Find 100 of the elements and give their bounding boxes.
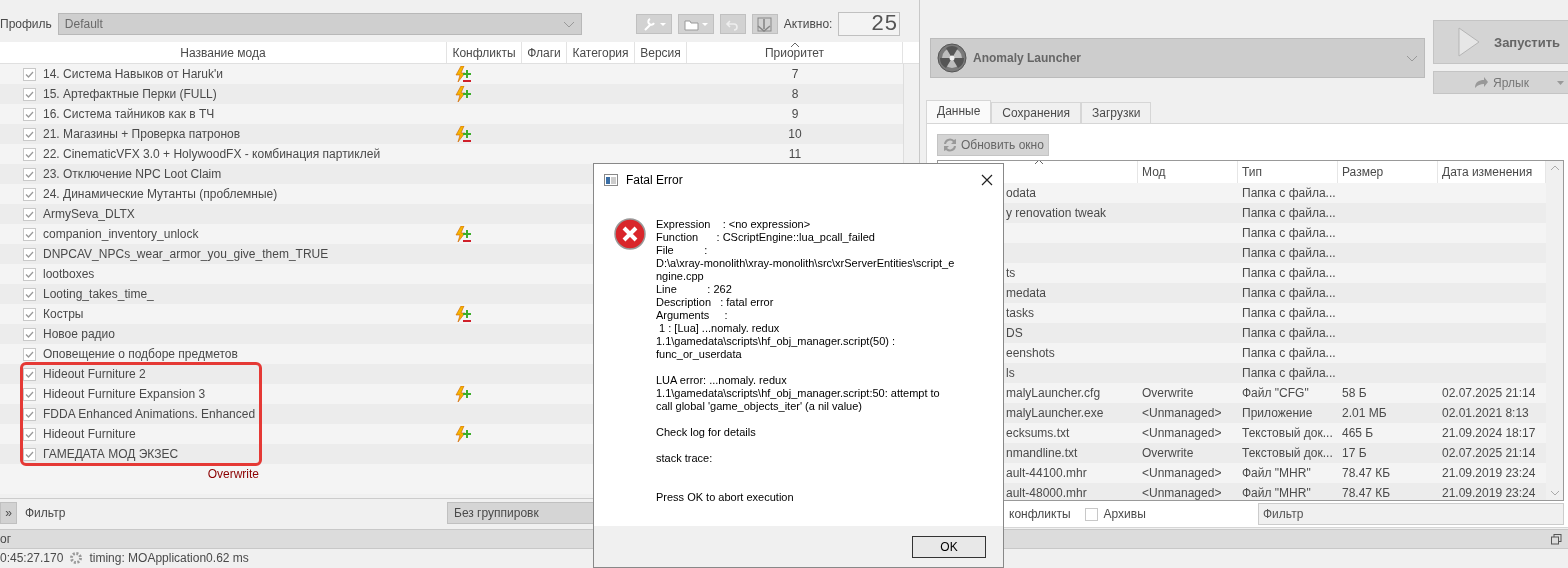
executable-dropdown[interactable]: Anomaly Launcher xyxy=(930,38,1425,78)
table-cell: <Unmanaged> xyxy=(1142,426,1222,440)
mod-name: 24. Динамические Мутанты (проблемные) xyxy=(43,187,278,201)
ok-button[interactable]: OK xyxy=(912,535,986,558)
toolbar-button[interactable] xyxy=(751,14,778,34)
restore-icon[interactable] xyxy=(1551,533,1562,545)
collapse-button[interactable]: » xyxy=(0,502,17,524)
refresh-button[interactable]: Обновить окно xyxy=(937,134,1049,156)
toolbar-button[interactable] xyxy=(719,14,746,34)
checkbox[interactable] xyxy=(23,347,36,361)
checkbox[interactable] xyxy=(23,287,36,301)
checkbox[interactable] xyxy=(23,247,36,261)
column-header[interactable]: Тип xyxy=(1238,161,1338,183)
scroll-up-icon[interactable] xyxy=(1550,165,1559,171)
table-cell: Файл "CFG" xyxy=(1242,386,1309,400)
dialog-title: Fatal Error xyxy=(626,173,683,187)
table-cell: Overwrite xyxy=(1142,446,1194,460)
checkbox[interactable] xyxy=(23,407,36,421)
active-label: Активно: xyxy=(783,17,833,31)
column-header[interactable]: Категория xyxy=(567,42,635,63)
checkbox[interactable] xyxy=(23,207,36,221)
table-cell: Overwrite xyxy=(1142,386,1194,400)
checkbox[interactable] xyxy=(23,267,36,281)
mod-name: ArmySeva_DLTX xyxy=(43,207,135,221)
column-header[interactable]: Приоритет xyxy=(687,42,903,63)
priority-cell-text: 9 xyxy=(790,107,800,121)
checkbox[interactable] xyxy=(23,87,36,101)
table-cell: 465 Б xyxy=(1342,426,1374,440)
active-count: 25 xyxy=(838,12,901,36)
scroll-down-icon[interactable] xyxy=(1550,490,1559,496)
checkbox[interactable] xyxy=(1084,507,1098,521)
column-header[interactable]: Версия xyxy=(635,42,687,63)
table-cell: Файл "MHR" xyxy=(1242,486,1311,500)
checkbox[interactable] xyxy=(23,127,36,141)
mod-name: 22. CinematicVFX 3.0 + HolywoodFX - комбинация партиклей xyxy=(43,147,381,161)
error-message: Expression : <no expression> Function : CScriptEngine::lua_pcall_failed File : D:\a\xray-monolith\xray-monolith\src\xrServerEntities\script_e ngine.cpp Line : 262 Description : fatal error Arguments : 1 : [Lua] ...nomaly. redux 1.1\gamedata\scripts\hf_obj_manager.script(50) : func_or_userdata xyxy=(656,218,955,361)
checkbox[interactable] xyxy=(23,327,36,341)
checkbox[interactable] xyxy=(23,427,36,441)
checkbox[interactable] xyxy=(23,447,36,461)
table-cell: Папка с файла... xyxy=(1242,346,1336,360)
tab[interactable]: Сохранения xyxy=(991,102,1082,123)
tab[interactable]: Данные xyxy=(926,100,992,123)
radiation-icon xyxy=(937,43,967,73)
scrollbar[interactable] xyxy=(1546,161,1563,500)
filter-field[interactable]: Фильтр xyxy=(1258,503,1564,525)
error-message: LUA error: ...nomaly. redux 1.1\gamedata\scripts\hf_obj_manager.script:50: attempt to call global 'game_objects_iter' (a nil value) xyxy=(656,374,941,413)
checkbox[interactable] xyxy=(23,67,36,81)
share-arrow-icon xyxy=(1473,75,1490,90)
tab[interactable]: Загрузки xyxy=(1081,102,1152,123)
checkbox-label: Архивы xyxy=(1103,507,1146,521)
mod-name: Костры xyxy=(43,307,84,321)
checkbox[interactable] xyxy=(23,107,36,121)
mod-name: Оповещение о подборе предметов xyxy=(43,347,238,361)
table-cell: Папка с файла... xyxy=(1242,306,1336,320)
column-header[interactable]: Флаги xyxy=(522,42,567,63)
table-cell: 02.07.2025 21:14 xyxy=(1442,446,1536,460)
table-cell: <Unmanaged> xyxy=(1142,406,1222,420)
error-message: Check log for details xyxy=(656,426,757,439)
column-header[interactable]: Мод xyxy=(1138,161,1238,183)
checkbox[interactable] xyxy=(23,227,36,241)
column-header[interactable]: Конфликты xyxy=(447,42,522,63)
table-cell: 58 Б xyxy=(1342,386,1367,400)
checkbox[interactable] xyxy=(23,387,36,401)
table-cell: Файл "MHR" xyxy=(1242,466,1311,480)
mod-name: 15. Артефактные Перки (FULL) xyxy=(43,87,217,101)
column-header[interactable]: Название мода xyxy=(0,42,447,63)
profile-dropdown[interactable]: Default xyxy=(57,13,582,35)
toolbar-button[interactable] xyxy=(677,14,714,34)
run-button[interactable]: Запустить xyxy=(1433,20,1568,64)
chevron-icon xyxy=(1406,54,1418,62)
table-cell: Текстовый док... xyxy=(1242,426,1333,440)
table-cell: <Unmanaged> xyxy=(1142,466,1222,480)
priority-cell-text: 8 xyxy=(790,87,800,101)
error-message: stack trace: xyxy=(656,452,714,465)
toolbar-button[interactable] xyxy=(635,14,672,34)
table-cell: 21.09.2019 23:24 xyxy=(1442,486,1536,500)
caret-icon xyxy=(1557,81,1564,85)
profile-label: Профиль xyxy=(0,17,52,31)
checkbox[interactable] xyxy=(23,147,36,161)
checkbox-label: конфликты xyxy=(1009,507,1071,521)
log-message: timing: MOApplication0.62 ms xyxy=(89,550,249,565)
table-cell: 78.47 КБ xyxy=(1342,466,1391,480)
table-cell: Папка с файла... xyxy=(1242,206,1336,220)
table-cell: Папка с файла... xyxy=(1242,186,1336,200)
close-icon[interactable] xyxy=(981,174,993,186)
log-title: ог xyxy=(0,532,12,546)
mod-name: Hideout Furniture xyxy=(43,427,136,441)
checkbox[interactable] xyxy=(23,367,36,381)
mod-name: 21. Магазины + Проверка патронов xyxy=(43,127,241,141)
table-cell: 2.01 МБ xyxy=(1342,406,1387,420)
mod-name: Новое радио xyxy=(43,327,115,341)
column-header[interactable]: Размер xyxy=(1338,161,1438,183)
mod-name: 23. Отключение NPC Loot Claim xyxy=(43,167,222,181)
mod-name: 14. Система Навыков от Haruk'и xyxy=(43,67,224,81)
checkbox[interactable] xyxy=(23,167,36,181)
checkbox[interactable] xyxy=(23,187,36,201)
checkbox[interactable] xyxy=(23,307,36,321)
file-name: nmandline.txt xyxy=(1006,446,1078,460)
chevron-icon xyxy=(562,20,575,28)
table-cell: Папка с файла... xyxy=(1242,226,1336,240)
